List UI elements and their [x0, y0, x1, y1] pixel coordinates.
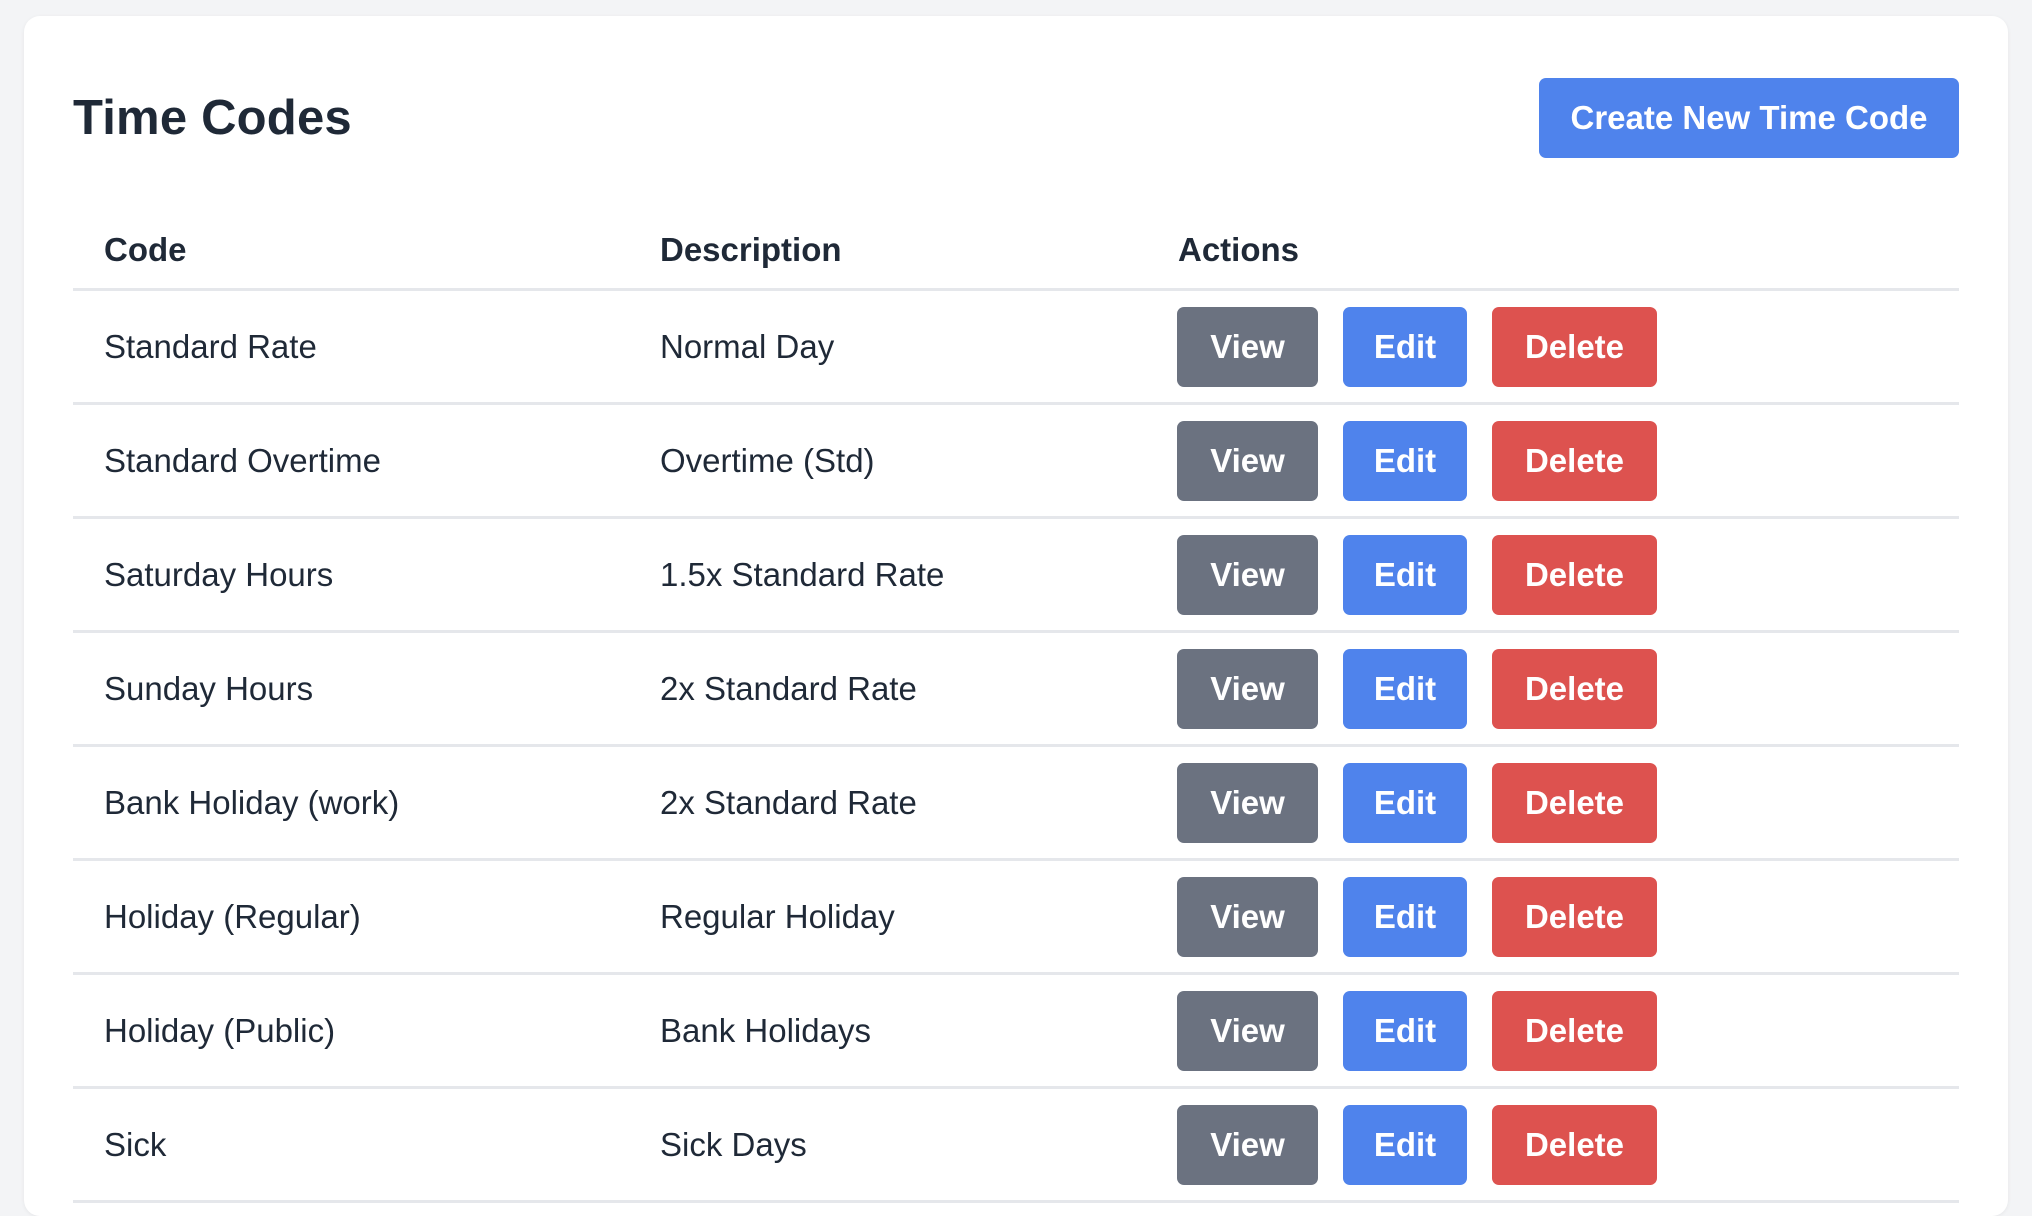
delete-button[interactable]: Delete — [1492, 762, 1657, 843]
actions-cell: View Edit Delete — [1147, 289, 1959, 405]
row-actions: View Edit Delete — [1177, 420, 1959, 501]
description-cell: 2x Standard Rate — [629, 745, 1147, 861]
delete-button[interactable]: Delete — [1492, 1104, 1657, 1185]
create-time-code-button[interactable]: Create New Time Code — [1539, 78, 1959, 158]
description-cell: Overtime (Std) — [629, 403, 1147, 519]
delete-button[interactable]: Delete — [1492, 306, 1657, 387]
code-cell: Standard Rate — [73, 289, 629, 405]
view-button[interactable]: View — [1177, 762, 1318, 843]
table-row: Sick Sick Days View Edit Delete — [73, 1087, 1959, 1203]
delete-button[interactable]: Delete — [1492, 648, 1657, 729]
table-row: Bank Holiday (work) 2x Standard Rate Vie… — [73, 745, 1959, 861]
actions-cell: View Edit Delete — [1147, 403, 1959, 519]
table-header-row: Code Description Actions — [73, 212, 1959, 291]
edit-button[interactable]: Edit — [1343, 534, 1467, 615]
view-button[interactable]: View — [1177, 990, 1318, 1071]
row-actions: View Edit Delete — [1177, 534, 1959, 615]
column-header-actions: Actions — [1147, 212, 1959, 291]
row-actions: View Edit Delete — [1177, 990, 1959, 1071]
description-cell: Sick Days — [629, 1087, 1147, 1203]
delete-button[interactable]: Delete — [1492, 990, 1657, 1071]
row-actions: View Edit Delete — [1177, 306, 1959, 387]
edit-button[interactable]: Edit — [1343, 876, 1467, 957]
actions-cell: View Edit Delete — [1147, 859, 1959, 975]
code-cell: Holiday (Public) — [73, 973, 629, 1089]
page-header: Time Codes Create New Time Code — [73, 78, 1959, 158]
table-row: Sunday Hours 2x Standard Rate View Edit … — [73, 631, 1959, 747]
description-cell: Bank Holidays — [629, 973, 1147, 1089]
code-cell: Bank Holiday (work) — [73, 745, 629, 861]
code-cell: Sick — [73, 1087, 629, 1203]
table-row: Standard Rate Normal Day View Edit Delet… — [73, 289, 1959, 405]
view-button[interactable]: View — [1177, 420, 1318, 501]
edit-button[interactable]: Edit — [1343, 762, 1467, 843]
page-title: Time Codes — [73, 91, 352, 145]
code-cell: Sunday Hours — [73, 631, 629, 747]
view-button[interactable]: View — [1177, 534, 1318, 615]
row-actions: View Edit Delete — [1177, 876, 1959, 957]
edit-button[interactable]: Edit — [1343, 990, 1467, 1071]
delete-button[interactable]: Delete — [1492, 420, 1657, 501]
actions-cell: View Edit Delete — [1147, 631, 1959, 747]
edit-button[interactable]: Edit — [1343, 420, 1467, 501]
table-row: Saturday Hours 1.5x Standard Rate View E… — [73, 517, 1959, 633]
row-actions: View Edit Delete — [1177, 762, 1959, 843]
table-row: Holiday (Public) Bank Holidays View Edit… — [73, 973, 1959, 1089]
edit-button[interactable]: Edit — [1343, 648, 1467, 729]
description-cell: Normal Day — [629, 289, 1147, 405]
code-cell: Holiday (Regular) — [73, 859, 629, 975]
column-header-code: Code — [73, 212, 629, 291]
view-button[interactable]: View — [1177, 306, 1318, 387]
code-cell: Saturday Hours — [73, 517, 629, 633]
actions-cell: View Edit Delete — [1147, 745, 1959, 861]
column-header-description: Description — [629, 212, 1147, 291]
actions-cell: View Edit Delete — [1147, 517, 1959, 633]
actions-cell: View Edit Delete — [1147, 973, 1959, 1089]
description-cell: 1.5x Standard Rate — [629, 517, 1147, 633]
description-cell: Regular Holiday — [629, 859, 1147, 975]
description-cell: 2x Standard Rate — [629, 631, 1147, 747]
code-cell: Standard Overtime — [73, 403, 629, 519]
table-body: Standard Rate Normal Day View Edit Delet… — [73, 289, 1959, 1203]
view-button[interactable]: View — [1177, 876, 1318, 957]
table-row: Standard Overtime Overtime (Std) View Ed… — [73, 403, 1959, 519]
delete-button[interactable]: Delete — [1492, 876, 1657, 957]
view-button[interactable]: View — [1177, 648, 1318, 729]
time-codes-card: Time Codes Create New Time Code Code Des… — [24, 16, 2008, 1216]
actions-cell: View Edit Delete — [1147, 1087, 1959, 1203]
row-actions: View Edit Delete — [1177, 1104, 1959, 1185]
edit-button[interactable]: Edit — [1343, 1104, 1467, 1185]
edit-button[interactable]: Edit — [1343, 306, 1467, 387]
table-row: Holiday (Regular) Regular Holiday View E… — [73, 859, 1959, 975]
view-button[interactable]: View — [1177, 1104, 1318, 1185]
row-actions: View Edit Delete — [1177, 648, 1959, 729]
delete-button[interactable]: Delete — [1492, 534, 1657, 615]
time-codes-table: Code Description Actions Standard Rate N… — [73, 212, 1959, 1203]
